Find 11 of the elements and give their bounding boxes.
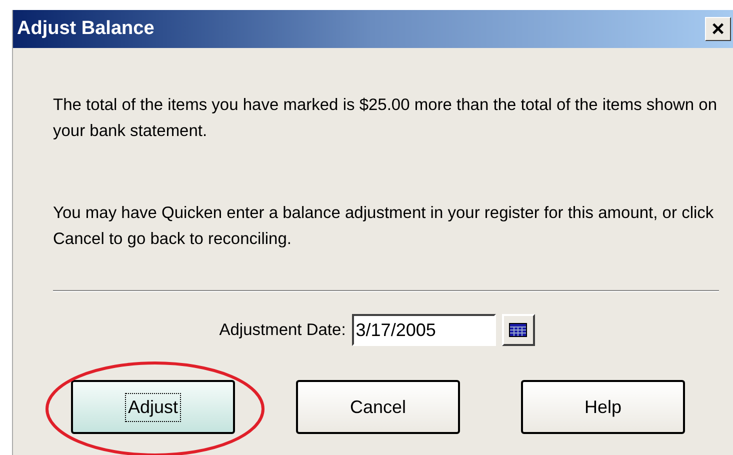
calendar-button[interactable] bbox=[502, 314, 535, 346]
date-label: Adjustment Date: bbox=[219, 320, 346, 341]
message-text: The total of the items you have marked is $25.00 more than the total of the items shown on your bank statement. bbox=[53, 95, 718, 142]
message-text: You may have Quicken enter a balance adjustment in your register for this amount, or click Cancel to go back to reconciling. bbox=[53, 203, 715, 250]
dialog-button[interactable]: Cancel bbox=[296, 380, 460, 434]
date-field[interactable]: 3/17/2005 bbox=[352, 314, 496, 346]
dialog-button[interactable]: Adjust bbox=[71, 380, 235, 434]
dialog-button[interactable]: Help bbox=[521, 380, 685, 434]
window-title: Adjust Balance bbox=[17, 16, 154, 41]
close-button[interactable]: × bbox=[705, 17, 731, 41]
calendar-icon bbox=[509, 323, 528, 337]
